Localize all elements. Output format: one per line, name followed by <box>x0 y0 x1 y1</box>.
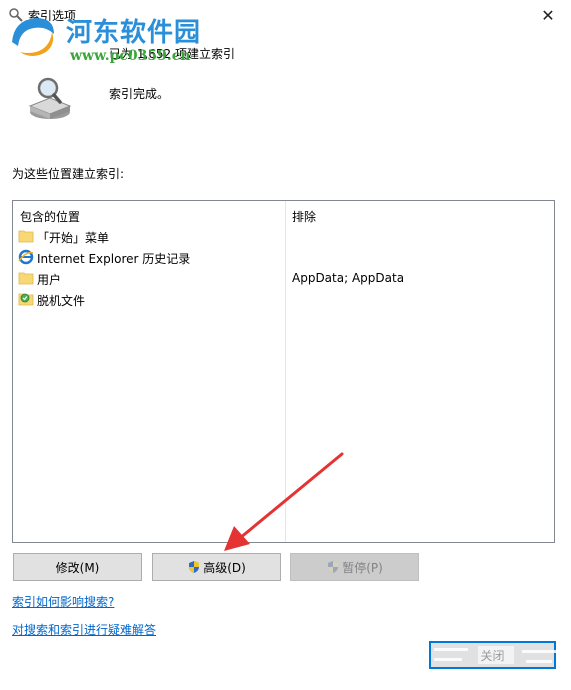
folder-icon <box>18 230 34 243</box>
list-item[interactable]: 用户 AppData; AppData <box>13 268 554 289</box>
indexed-drive-icon <box>28 77 72 119</box>
uac-shield-icon <box>189 561 200 573</box>
indexed-locations-list[interactable]: 包含的位置 排除 「开始」菜单 Internet Explorer 历史记录 用… <box>12 200 555 543</box>
advanced-button-label: 高级(D) <box>203 560 246 575</box>
close-icon: ✕ <box>541 5 555 25</box>
list-item[interactable]: Internet Explorer 历史记录 <box>13 247 554 268</box>
modify-button[interactable]: 修改(M) <box>13 553 142 581</box>
how-indexing-affects-search-link[interactable]: 索引如何影响搜索? <box>12 593 114 610</box>
list-item[interactable]: 脱机文件 <box>13 289 554 310</box>
watermark-site-name: 河东软件园 <box>66 18 202 48</box>
modify-button-label: 修改(M) <box>55 560 100 575</box>
locations-section-label: 为这些位置建立索引: <box>12 167 125 181</box>
site-watermark: 河东软件园 www.pc0359.cn <box>4 10 244 70</box>
pause-button[interactable]: 暂停(P) <box>290 553 419 581</box>
offline-files-icon <box>18 293 34 306</box>
watermark-logo-icon <box>12 18 54 56</box>
ie-icon <box>18 249 34 265</box>
uac-shield-icon <box>328 561 339 573</box>
location-excluded: AppData; AppData <box>292 271 405 285</box>
folder-icon <box>18 272 34 285</box>
location-name: 「开始」菜单 <box>37 231 110 245</box>
column-header-included[interactable]: 包含的位置 <box>20 208 80 225</box>
indexing-options-window: 索引选项 ✕ 已为 1,652 项建立索引 河东软件园 www.pc0359.c… <box>0 0 571 690</box>
index-state-text: 索引完成。 <box>109 87 170 101</box>
location-name: Internet Explorer 历史记录 <box>37 252 191 266</box>
pause-button-label: 暂停(P) <box>342 560 383 575</box>
list-item[interactable]: 「开始」菜单 <box>13 226 554 247</box>
advanced-button[interactable]: 高级(D) <box>152 553 281 581</box>
troubleshoot-search-link[interactable]: 对搜索和索引进行疑难解答 <box>12 621 156 638</box>
close-window-button[interactable]: ✕ <box>525 0 571 30</box>
location-name: 用户 <box>37 273 62 287</box>
column-header-excluded[interactable]: 排除 <box>292 208 316 225</box>
watermark-site-url: www.pc0359.cn <box>70 48 191 64</box>
corner-watermark-icon <box>434 646 556 664</box>
location-name: 脱机文件 <box>37 294 86 308</box>
